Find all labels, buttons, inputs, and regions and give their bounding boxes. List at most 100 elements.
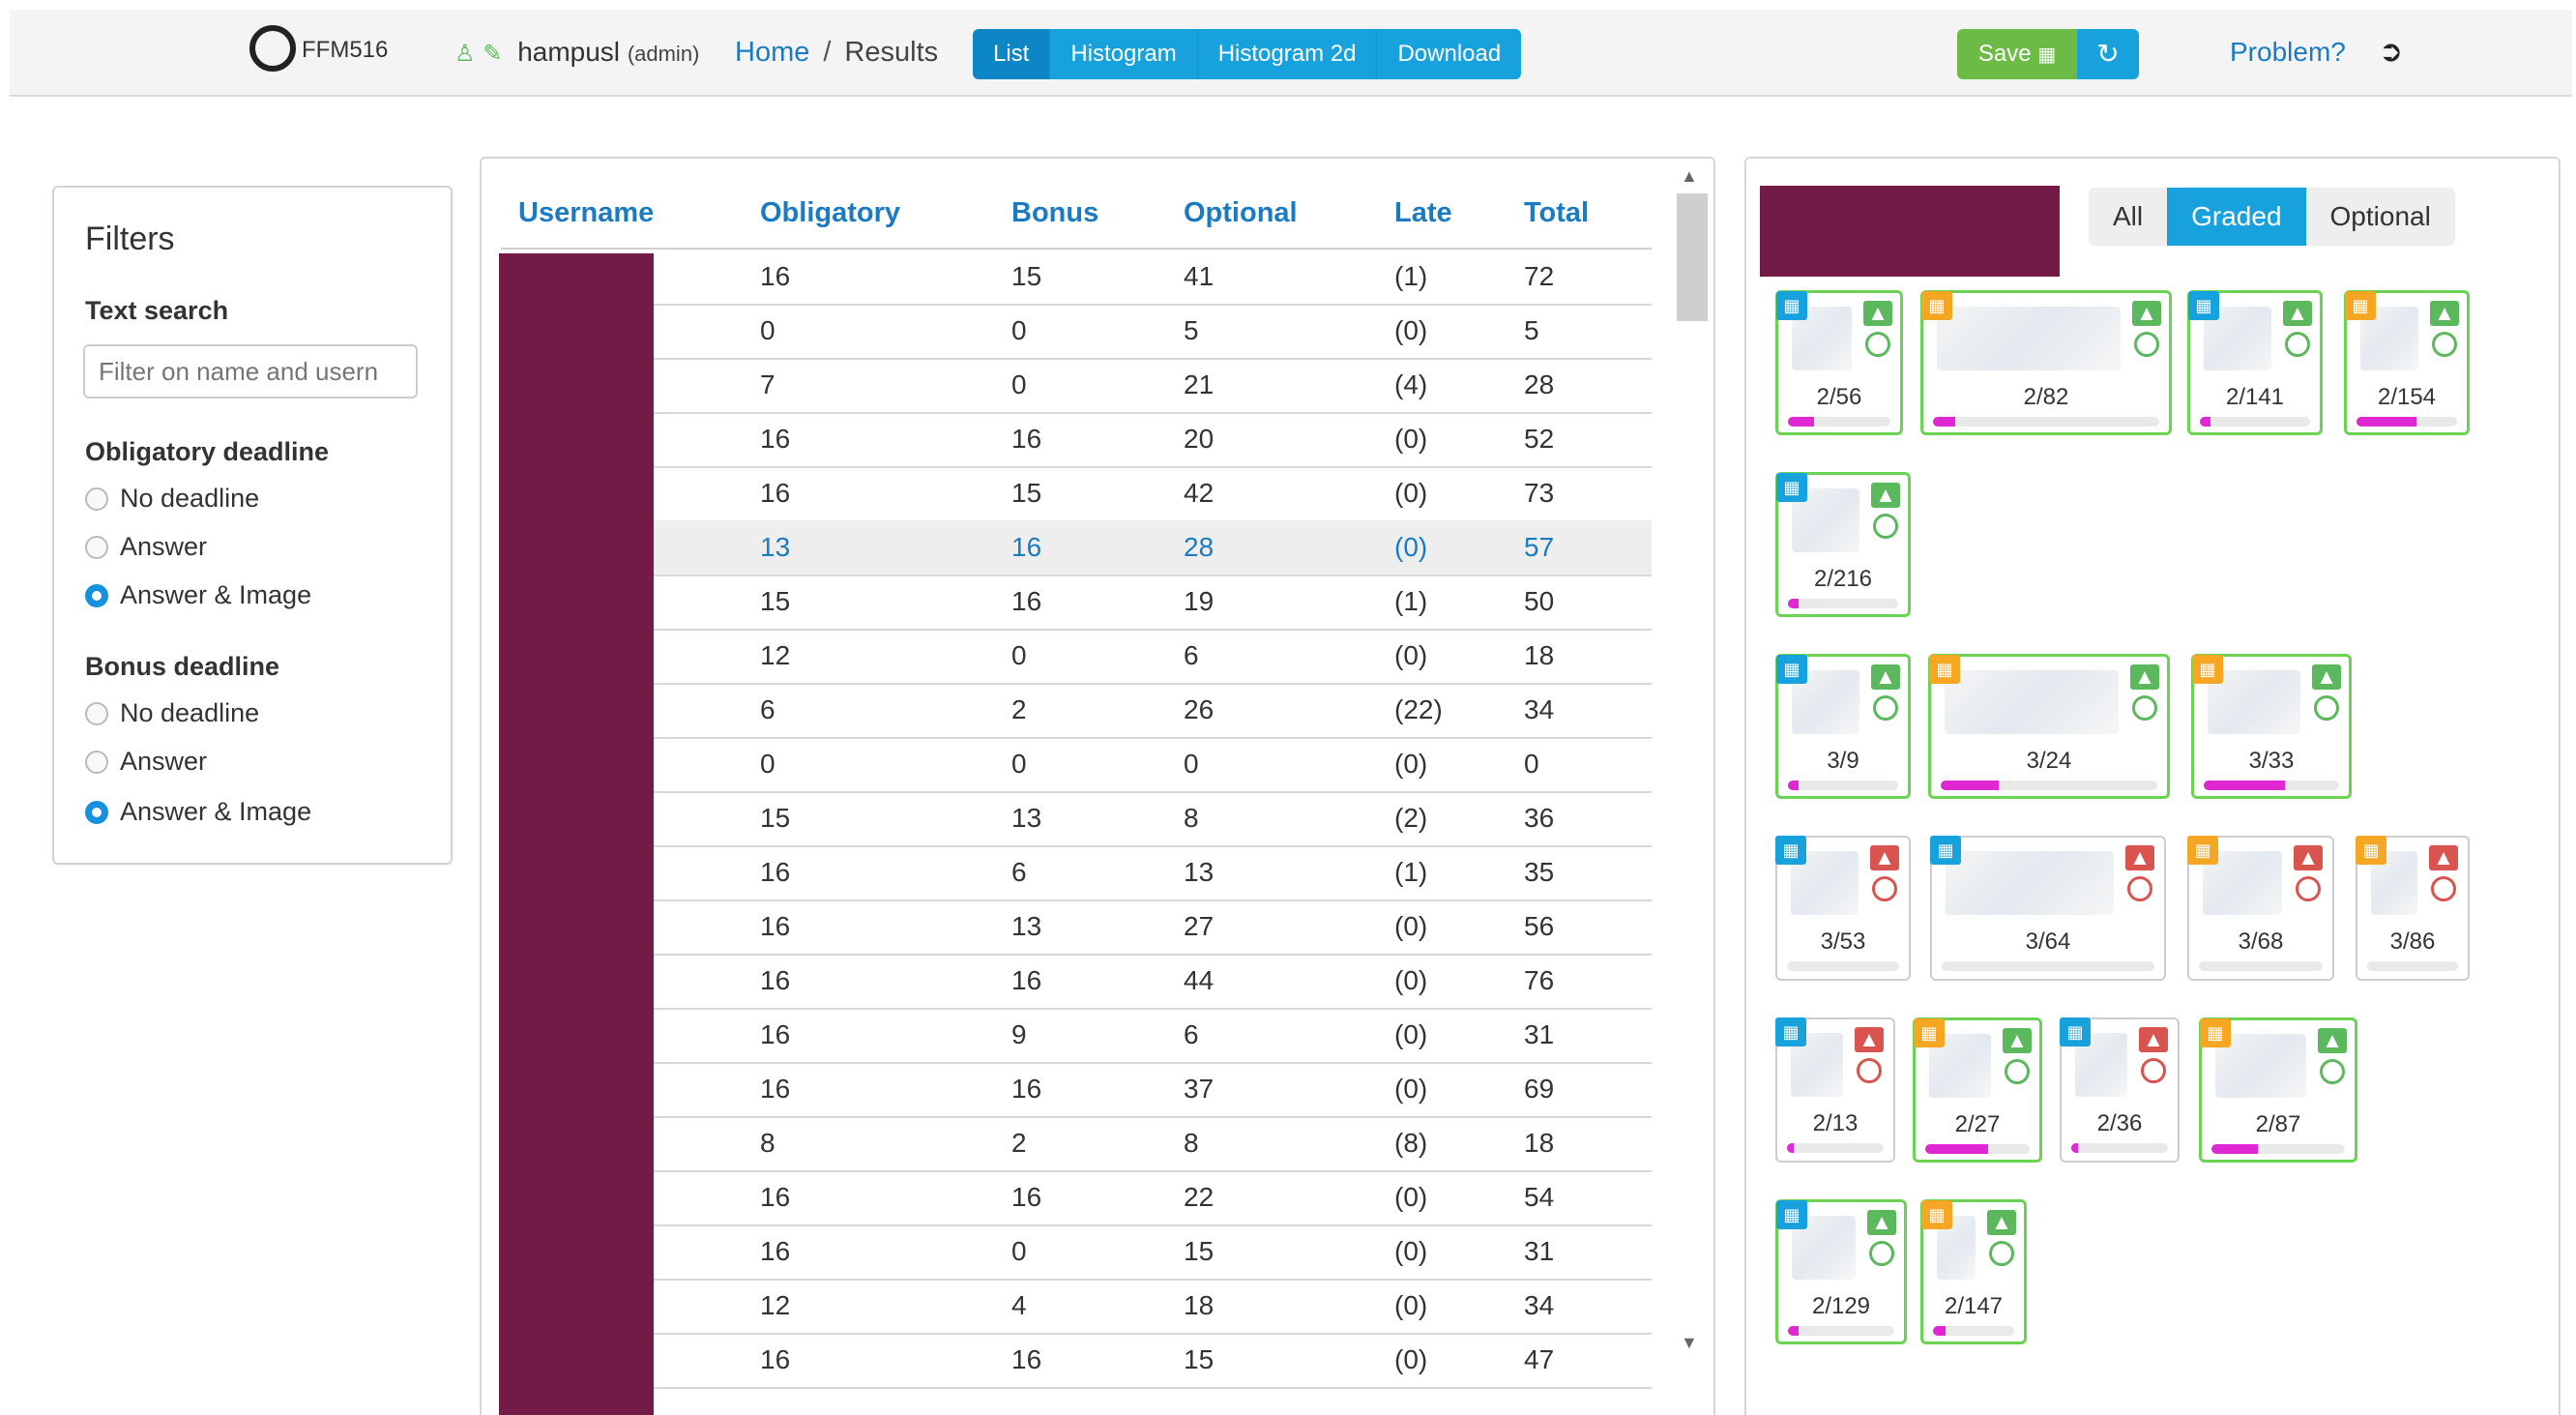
- problem-card[interactable]: ▦ ▲ 2/154: [2344, 290, 2470, 435]
- calendar-icon: ▦: [1776, 291, 1807, 320]
- table-row[interactable]: 16 13 27 (0) 56: [501, 899, 1652, 956]
- table-cell-late: (1): [1394, 857, 1428, 887]
- problem-label: 2/87: [2255, 1111, 2301, 1137]
- progress-bar: [2367, 961, 2458, 971]
- table-row[interactable]: 16 6 13 (1) 35: [501, 845, 1652, 901]
- progress-fill: [2356, 417, 2417, 427]
- col-header-bonus[interactable]: Bonus: [1011, 197, 1098, 229]
- table-cell-optional: 41: [1184, 261, 1215, 291]
- filters-title: Filters: [85, 221, 175, 257]
- results-table-panel: Username Obligatory Bonus Optional Late …: [480, 157, 1715, 1415]
- table-row[interactable]: 16 16 15 (0) 47: [501, 1333, 1652, 1389]
- problem-card[interactable]: ▦ ▲ 2/36: [2060, 1017, 2180, 1163]
- image-icon: ▲: [2125, 845, 2154, 870]
- table-row[interactable]: 16 16 20 (0) 52: [501, 412, 1652, 468]
- problem-card[interactable]: ▦ ▲ 2/56: [1775, 290, 1903, 435]
- table-row[interactable]: 8 2 8 (8) 18: [501, 1116, 1652, 1172]
- bonus-radio-no-deadline[interactable]: No deadline: [85, 698, 259, 728]
- table-row[interactable]: 16 15 42 (0) 73: [501, 466, 1652, 522]
- table-row[interactable]: 7 0 21 (4) 28: [501, 358, 1652, 414]
- problem-card[interactable]: ▦ ▲ 3/9: [1775, 654, 1911, 799]
- table-row[interactable]: 12 0 6 (0) 18: [501, 629, 1652, 685]
- problem-card[interactable]: ▦ ▲ 3/33: [2191, 654, 2352, 799]
- col-header-obligatory[interactable]: Obligatory: [760, 197, 900, 229]
- table-cell-obligatory: 0: [760, 749, 776, 779]
- breadcrumb-home-link[interactable]: Home: [735, 37, 809, 68]
- save-button[interactable]: Save ▦: [1957, 29, 2077, 79]
- problem-card[interactable]: ▦ ▲ 2/13: [1775, 1017, 1895, 1163]
- col-header-total[interactable]: Total: [1524, 197, 1589, 229]
- table-cell-optional: 0: [1184, 749, 1199, 779]
- bonus-radio-answer-image[interactable]: Answer & Image: [85, 797, 311, 827]
- problem-card[interactable]: ▦ ▲ 3/64: [1930, 836, 2166, 981]
- problem-card[interactable]: ▦ ▲ 2/82: [1920, 290, 2172, 435]
- table-row[interactable]: 16 16 44 (0) 76: [501, 954, 1652, 1010]
- pencil-icon[interactable]: ✎: [483, 41, 502, 67]
- course-code[interactable]: FFM516: [302, 37, 388, 64]
- table-cell-obligatory: 16: [760, 857, 791, 887]
- table-row[interactable]: 16 0 15 (0) 31: [501, 1224, 1652, 1281]
- col-header-optional[interactable]: Optional: [1184, 197, 1298, 229]
- progress-fill: [2200, 417, 2211, 427]
- download-button[interactable]: Download: [1377, 29, 1522, 79]
- scroll-up-arrow-icon[interactable]: ▲: [1681, 166, 1698, 187]
- problem-card[interactable]: ▦ ▲ 3/24: [1928, 654, 2170, 799]
- problem-card[interactable]: ▦ ▲ 2/141: [2187, 290, 2323, 435]
- table-cell-obligatory: 16: [760, 911, 791, 941]
- obligatory-radio-answer-image[interactable]: Answer & Image: [85, 580, 311, 610]
- table-row[interactable]: 6 2 26 (22) 34: [501, 683, 1652, 739]
- table-row[interactable]: 15 13 8 (2) 36: [501, 791, 1652, 847]
- table-cell-total: 28: [1524, 369, 1555, 399]
- table-row[interactable]: 16 9 6 (0) 31: [501, 1008, 1652, 1064]
- table-cell-late: (0): [1394, 478, 1428, 508]
- view-histogram-button[interactable]: Histogram: [1050, 29, 1198, 79]
- col-header-username[interactable]: Username: [518, 197, 654, 229]
- calendar-icon: ▦: [1776, 473, 1807, 502]
- table-row[interactable]: 16 15 41 (1) 72: [501, 250, 1652, 306]
- radio-label: Answer: [120, 532, 208, 561]
- table-row[interactable]: 15 16 19 (1) 50: [501, 575, 1652, 631]
- scrollbar-thumb[interactable]: [1677, 193, 1708, 321]
- obligatory-radio-no-deadline[interactable]: No deadline: [85, 484, 259, 514]
- progress-bar: [2071, 1143, 2168, 1153]
- progress-fill: [1787, 1143, 1794, 1153]
- table-row[interactable]: 16 16 37 (0) 69: [501, 1062, 1652, 1118]
- col-header-late[interactable]: Late: [1394, 197, 1452, 229]
- progress-bar: [1788, 417, 1890, 427]
- problem-label: 2/27: [1954, 1111, 2001, 1137]
- logo-icon[interactable]: [249, 25, 296, 72]
- bonus-radio-answer[interactable]: Answer: [85, 747, 207, 777]
- problem-card[interactable]: ▦ ▲ 3/68: [2187, 836, 2334, 981]
- tab-optional[interactable]: Optional: [2306, 188, 2455, 246]
- tab-graded[interactable]: Graded: [2167, 188, 2306, 246]
- problem-card[interactable]: ▦ ▲ 3/53: [1775, 836, 1911, 981]
- table-row[interactable]: 16 16 22 (0) 54: [501, 1170, 1652, 1226]
- sign-out-icon[interactable]: ➲: [2379, 35, 2403, 69]
- table-row[interactable]: 13 16 28 (0) 57: [501, 520, 1652, 576]
- scroll-down-arrow-icon[interactable]: ▼: [1681, 1333, 1698, 1353]
- problem-card[interactable]: ▦ ▲ 2/87: [2199, 1017, 2357, 1163]
- table-row[interactable]: 0 0 5 (0) 5: [501, 304, 1652, 360]
- progress-fill: [1933, 417, 1956, 427]
- problem-label: 3/24: [2026, 748, 2072, 774]
- table-cell-obligatory: 12: [760, 640, 791, 670]
- tab-all[interactable]: All: [2089, 188, 2167, 246]
- view-histogram-2d-button[interactable]: Histogram 2d: [1197, 29, 1378, 79]
- table-row[interactable]: 0 0 0 (0) 0: [501, 737, 1652, 793]
- calendar-icon: ▦: [2200, 1018, 2231, 1047]
- problem-card[interactable]: ▦ ▲ 3/86: [2356, 836, 2470, 981]
- problem-card[interactable]: ▦ ▲ 2/147: [1920, 1199, 2027, 1344]
- view-list-button[interactable]: List: [973, 29, 1051, 79]
- refresh-button[interactable]: ↻: [2077, 29, 2139, 79]
- problem-card[interactable]: ▦ ▲ 2/27: [1913, 1017, 2042, 1163]
- problem-label: 2/56: [1816, 384, 1862, 410]
- search-input[interactable]: [83, 344, 418, 398]
- problem-card[interactable]: ▦ ▲ 2/129: [1775, 1199, 1907, 1344]
- problem-card[interactable]: ▦ ▲ 2/216: [1775, 472, 1911, 617]
- problem-link[interactable]: Problem?: [2230, 37, 2346, 68]
- radio-label: Answer & Image: [120, 580, 312, 609]
- table-row[interactable]: 12 4 18 (0) 34: [501, 1279, 1652, 1335]
- clock-icon: [2141, 1058, 2166, 1083]
- obligatory-radio-answer[interactable]: Answer: [85, 532, 207, 562]
- calendar-icon: ▦: [2060, 1017, 2091, 1047]
